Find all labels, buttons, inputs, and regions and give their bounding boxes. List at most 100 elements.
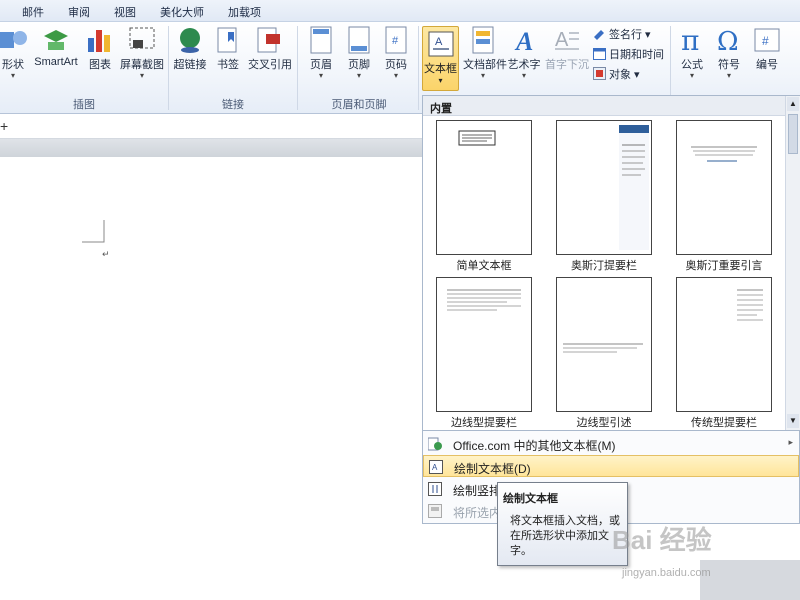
vertical-textbox-icon bbox=[428, 482, 442, 496]
watermark-logo: Bai 经验 bbox=[612, 525, 712, 555]
quickparts-button[interactable]: 文档部件 ▾ bbox=[463, 22, 507, 80]
tab-review[interactable]: 审阅 bbox=[68, 4, 90, 20]
screenshot-button[interactable]: 屏幕截图 ▾ bbox=[118, 22, 166, 80]
pi-icon: π bbox=[678, 24, 706, 57]
scroll-up-icon[interactable]: ▲ bbox=[787, 97, 799, 111]
traditional-sidebar-preview bbox=[737, 289, 763, 321]
svg-text:Ω: Ω bbox=[717, 27, 739, 54]
textbox-button-inner: A 文本框 ▾ bbox=[423, 30, 458, 85]
margin-corner-icon: ↵ bbox=[82, 220, 110, 259]
textbox-gallery: 内置 简单文本框 奥斯汀提要栏 奥斯汀重要引言 边线型提要栏 边线型引述 传统型… bbox=[422, 95, 800, 431]
footer-button[interactable]: 页脚 ▾ bbox=[342, 22, 376, 80]
hyperlink-label: 超链接 bbox=[173, 59, 207, 71]
watermark-url: jingyan.baidu.com bbox=[622, 567, 711, 579]
bookmark-button[interactable]: 书签 bbox=[212, 22, 244, 72]
bookmark-icon bbox=[214, 26, 242, 54]
svg-text:A: A bbox=[514, 27, 533, 54]
crossref-button[interactable]: 交叉引用 bbox=[246, 22, 294, 72]
smartart-button[interactable]: SmartArt bbox=[30, 22, 82, 68]
shapes-button[interactable]: 形状 ▾ bbox=[0, 22, 28, 80]
wordart-button[interactable]: A 艺术字 ▾ bbox=[505, 22, 543, 80]
svg-text:↵: ↵ bbox=[102, 249, 110, 259]
chevron-down-icon: ▾ bbox=[689, 71, 694, 80]
group-divider bbox=[168, 26, 169, 110]
document-page[interactable]: ↵ bbox=[0, 157, 430, 600]
group-divider bbox=[418, 26, 419, 110]
gallery-item-label: 奥斯汀提要栏 bbox=[571, 260, 637, 272]
menu-item-draw-textbox[interactable]: A 绘制文本框(D) bbox=[423, 455, 799, 477]
tooltip: 绘制文本框 将文本框插入文档，或在所选形状中添加文字。 bbox=[497, 482, 628, 566]
chevron-down-icon: ▾ bbox=[438, 76, 443, 85]
textbox-button[interactable]: A 文本框 ▾ bbox=[422, 26, 459, 91]
plus-icon[interactable]: + bbox=[0, 118, 8, 134]
shapes-icon bbox=[0, 26, 28, 54]
tab-mailings[interactable]: 邮件 bbox=[22, 4, 44, 20]
gallery-item-austin-quote[interactable] bbox=[676, 120, 772, 255]
smartart-icon bbox=[42, 26, 70, 54]
svg-text:#: # bbox=[762, 34, 769, 48]
signature-line-button[interactable]: 签名行 ▾ bbox=[593, 26, 651, 42]
chart-label: 图表 bbox=[89, 59, 111, 71]
numbering-label: 编号 bbox=[756, 59, 778, 71]
tooltip-title: 绘制文本框 bbox=[503, 493, 558, 505]
dropcap-icon: A bbox=[553, 26, 581, 54]
menu-item-label: 将所选内 bbox=[453, 506, 502, 520]
menu-item-label: 绘制竖排 bbox=[453, 484, 502, 498]
symbol-label: 符号 bbox=[718, 59, 740, 71]
scroll-thumb[interactable] bbox=[788, 114, 798, 154]
gallery-item-simple-textbox[interactable] bbox=[436, 120, 532, 255]
smartart-label: SmartArt bbox=[34, 56, 78, 68]
edge-quote-preview bbox=[563, 343, 643, 353]
tab-beautify[interactable]: 美化大师 bbox=[160, 4, 204, 20]
tab-addins[interactable]: 加载项 bbox=[228, 4, 261, 20]
chevron-down-icon: ▾ bbox=[393, 71, 398, 80]
ribbon-tab-strip: 邮件 审阅 视图 美化大师 加载项 bbox=[0, 0, 800, 22]
chevron-down-icon: ▾ bbox=[356, 71, 361, 80]
shapes-label: 形状 bbox=[2, 59, 24, 71]
object-button[interactable]: 对象 ▾ bbox=[593, 66, 640, 82]
gallery-item-label: 简单文本框 bbox=[456, 260, 512, 272]
date-time-button[interactable]: 日期和时间 bbox=[593, 46, 664, 62]
page-number-button[interactable]: # 页码 ▾ bbox=[380, 22, 412, 80]
menu-item-more-textboxes[interactable]: Office.com 中的其他文本框(M) ▸ bbox=[423, 433, 799, 455]
svg-text:π: π bbox=[681, 26, 699, 54]
gallery-item-edge-sidebar[interactable] bbox=[436, 277, 532, 412]
globe-link-icon bbox=[176, 26, 204, 54]
gallery-item-austin-sidebar[interactable] bbox=[556, 120, 652, 255]
gallery-item-edge-quote[interactable] bbox=[556, 277, 652, 412]
chart-icon bbox=[86, 26, 114, 54]
gallery-item-label: 奥斯汀重要引言 bbox=[685, 260, 763, 272]
draw-textbox-icon: A bbox=[429, 460, 443, 474]
crossref-label: 交叉引用 bbox=[248, 59, 292, 71]
svg-text:A: A bbox=[435, 36, 443, 48]
gallery-scrollbar[interactable]: ▲ ▼ bbox=[785, 96, 800, 430]
header-button[interactable]: 页眉 ▾ bbox=[304, 22, 338, 80]
menu-item-label: Office.com 中的其他文本框(M) bbox=[453, 439, 616, 453]
svg-text:A: A bbox=[432, 463, 438, 472]
numbering-icon: # bbox=[753, 26, 781, 54]
chevron-down-icon: ▾ bbox=[10, 71, 15, 80]
textbox-label: 文本框 bbox=[424, 63, 457, 75]
group-divider bbox=[297, 26, 298, 110]
group-links-label: 链接 bbox=[222, 99, 244, 111]
group-illustrations-label: 插图 bbox=[73, 99, 95, 111]
object-icon bbox=[593, 67, 606, 80]
tab-view[interactable]: 视图 bbox=[114, 4, 136, 20]
dropcap-button[interactable]: A 首字下沉 bbox=[545, 22, 589, 72]
chevron-down-icon: ▾ bbox=[521, 71, 526, 80]
page-number-label: 页码 bbox=[385, 59, 407, 71]
hyperlink-button[interactable]: 超链接 bbox=[172, 22, 208, 72]
chevron-down-icon: ▾ bbox=[726, 71, 731, 80]
austin-quote-preview bbox=[691, 146, 757, 162]
equation-button[interactable]: π 公式 ▾ bbox=[675, 22, 709, 80]
numbering-button[interactable]: # 编号 bbox=[750, 22, 784, 72]
wordart-label: 艺术字 bbox=[507, 59, 541, 71]
gallery-item-traditional-sidebar[interactable] bbox=[676, 277, 772, 412]
crossref-icon bbox=[256, 26, 284, 54]
scroll-down-icon[interactable]: ▼ bbox=[787, 414, 799, 428]
symbol-button[interactable]: Ω 符号 ▾ bbox=[712, 22, 746, 80]
chart-button[interactable]: 图表 bbox=[86, 22, 114, 72]
document-toolbar-strip: + bbox=[0, 115, 430, 139]
header-label: 页眉 bbox=[310, 59, 332, 71]
status-corner bbox=[700, 560, 800, 600]
